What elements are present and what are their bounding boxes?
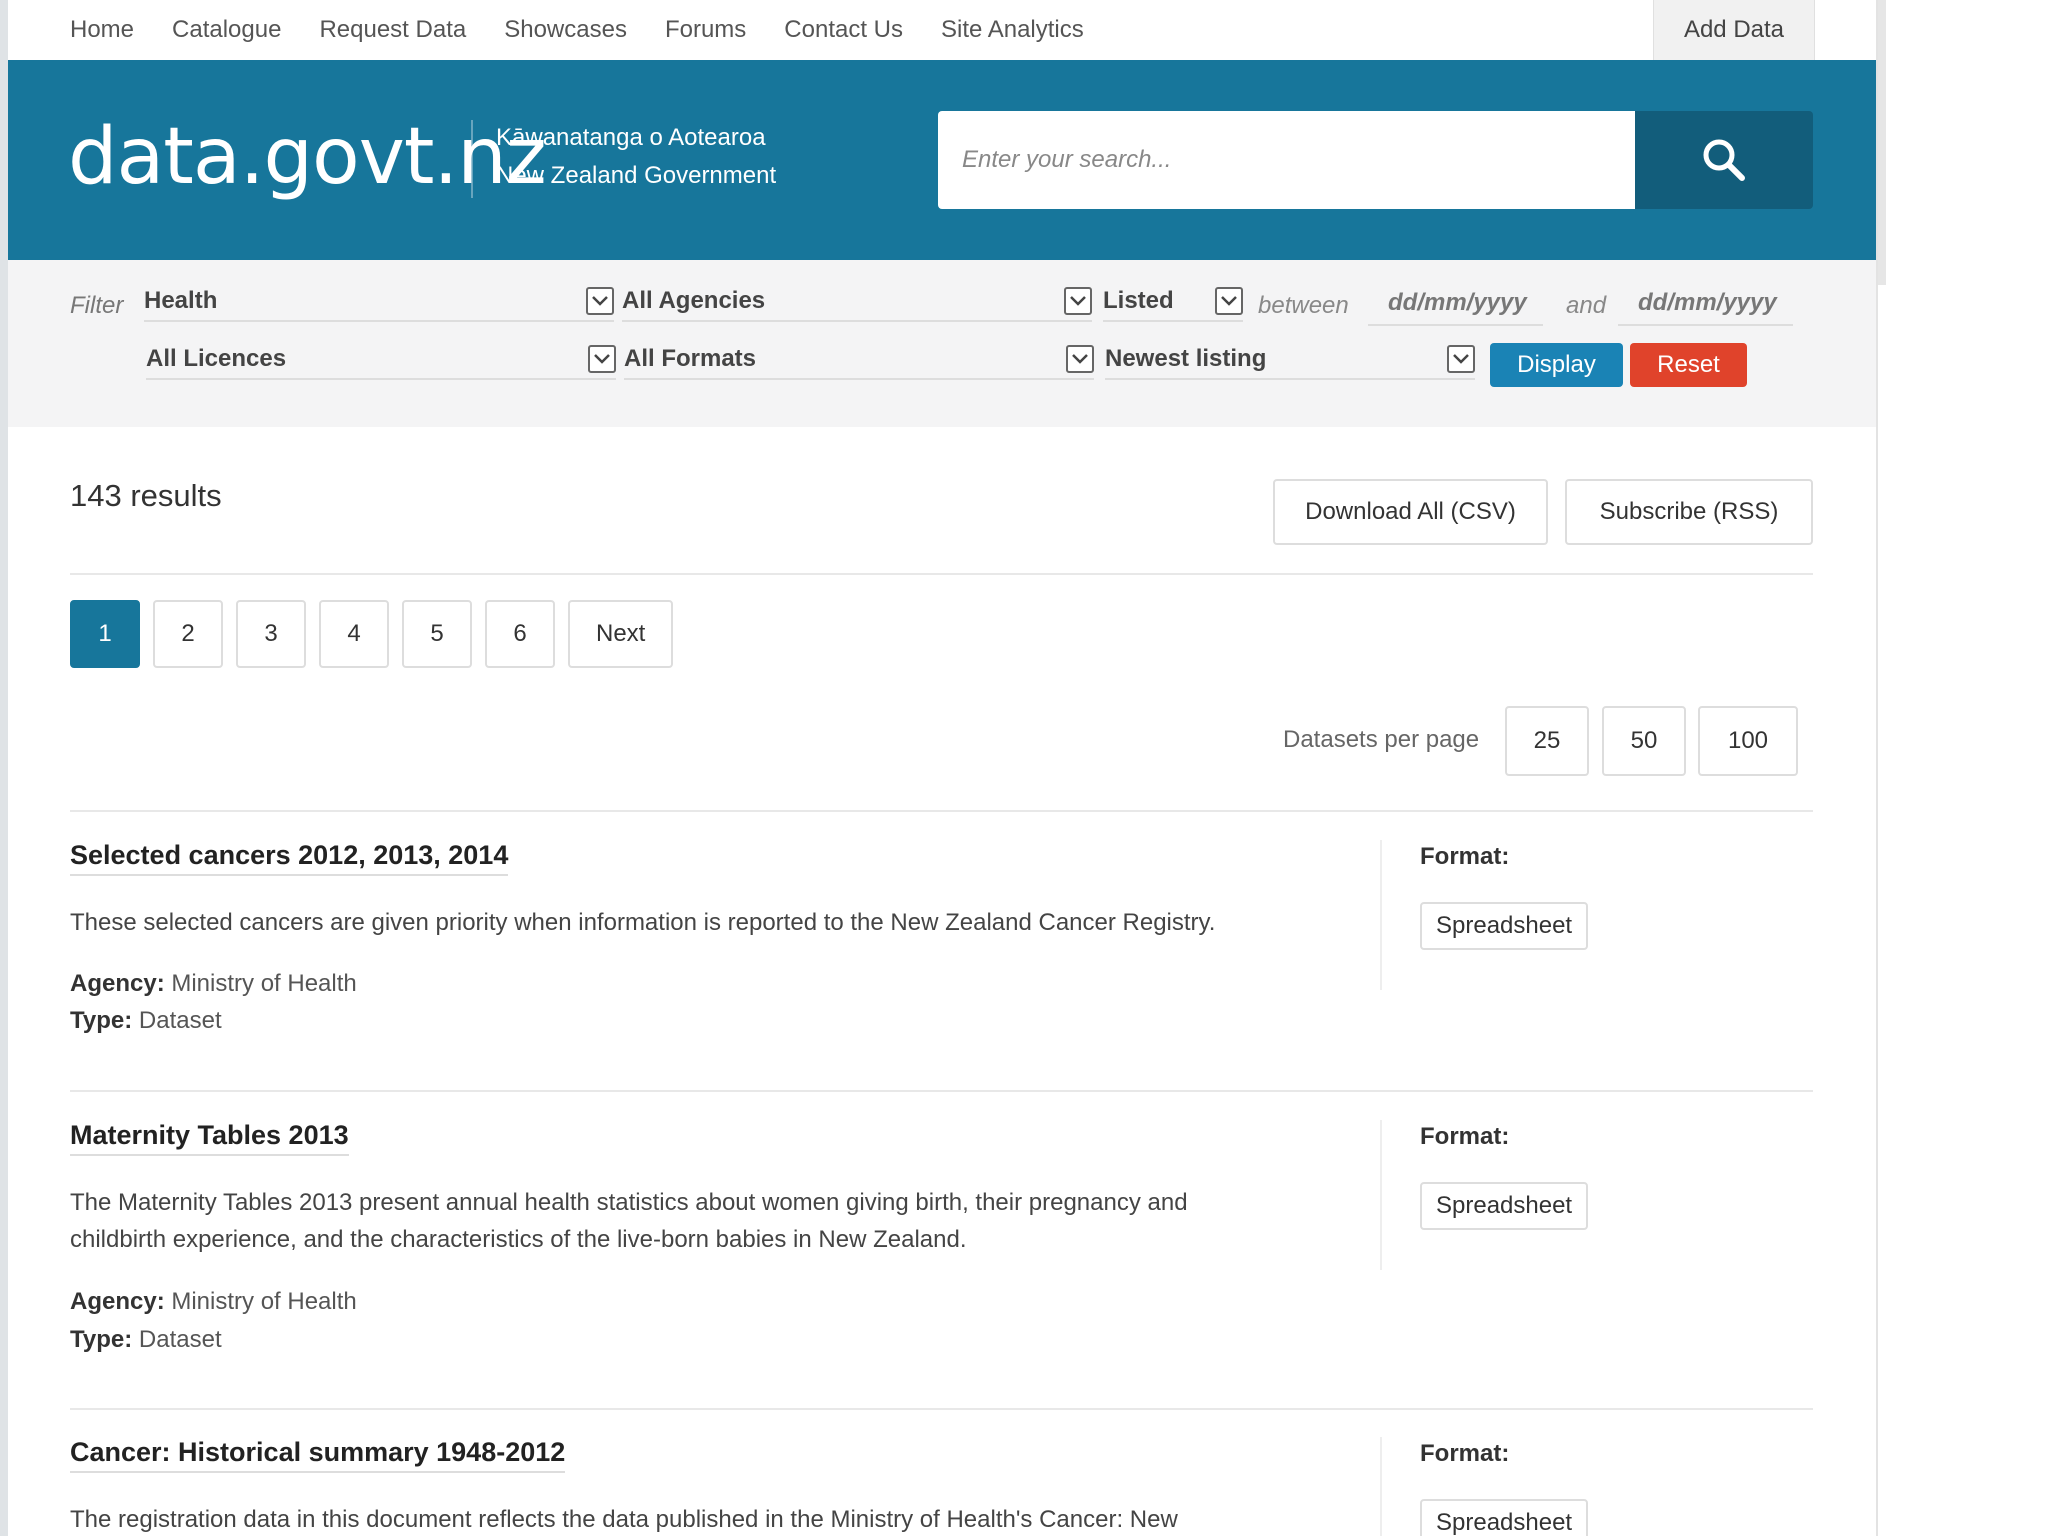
add-data-button[interactable]: Add Data — [1653, 0, 1815, 60]
per-page-50-button[interactable]: 50 — [1602, 706, 1686, 776]
search-icon — [1703, 139, 1745, 181]
chevron-down-icon — [1064, 287, 1092, 315]
format-label: Format: — [1420, 1440, 1510, 1467]
type-label: Type: — [70, 1326, 133, 1353]
logo-divider — [471, 120, 473, 198]
filter-bar: Filter Health All Agencies Listed betwee… — [8, 260, 1876, 427]
sort-select[interactable]: Newest listing — [1105, 340, 1475, 380]
licence-select-value: All Licences — [146, 345, 287, 372]
search-button[interactable] — [1635, 111, 1813, 209]
search-input[interactable] — [938, 111, 1635, 209]
format-label: Format: — [1420, 843, 1510, 870]
type-label: Type: — [70, 1007, 133, 1034]
nav-contact-us[interactable]: Contact Us — [784, 16, 903, 44]
dataset-agency: Agency: Ministry of Health — [70, 970, 357, 998]
reset-button[interactable]: Reset — [1630, 343, 1747, 387]
licence-select[interactable]: All Licences — [146, 340, 616, 380]
agency-value: Ministry of Health — [171, 1288, 357, 1315]
filter-label: Filter — [70, 292, 124, 319]
agency-label: Agency: — [70, 1288, 165, 1315]
dataset-agency: Agency: Ministry of Health — [70, 1288, 357, 1316]
subscribe-rss-button[interactable]: Subscribe (RSS) — [1565, 479, 1813, 545]
top-nav: Home Catalogue Request Data Showcases Fo… — [8, 0, 1876, 60]
dataset-type: Type: Dataset — [70, 1326, 222, 1354]
nav-showcases[interactable]: Showcases — [504, 16, 627, 44]
listed-select-value: Listed — [1103, 287, 1174, 314]
nav-links: Home Catalogue Request Data Showcases Fo… — [70, 0, 1122, 60]
display-button[interactable]: Display — [1490, 343, 1623, 387]
agency-select[interactable]: All Agencies — [622, 282, 1092, 322]
nav-home[interactable]: Home — [70, 16, 134, 44]
date-to-input[interactable] — [1618, 282, 1793, 326]
sort-select-value: Newest listing — [1105, 345, 1267, 372]
divider — [70, 1408, 1813, 1410]
next-page-button[interactable]: Next — [568, 600, 674, 668]
chevron-down-icon — [1215, 287, 1243, 315]
site-logo[interactable]: data.govt.nz — [68, 112, 547, 202]
gov-name-maori: Kāwanatanga o Aotearoa — [496, 124, 766, 151]
dataset-item: Maternity Tables 2013 The Maternity Tabl… — [70, 1120, 1813, 1380]
header-banner: data.govt.nz Kāwanatanga o Aotearoa New … — [8, 60, 1876, 260]
chevron-down-icon — [1066, 345, 1094, 373]
column-divider — [1380, 1120, 1382, 1270]
chevron-down-icon — [586, 287, 614, 315]
date-from-input[interactable] — [1368, 282, 1543, 326]
dataset-title[interactable]: Cancer: Historical summary 1948-2012 — [70, 1437, 566, 1473]
nav-forums[interactable]: Forums — [665, 16, 746, 44]
between-label: between — [1258, 292, 1349, 319]
format-tag[interactable]: Spreadsheet — [1420, 902, 1589, 950]
per-page-100-button[interactable]: 100 — [1698, 706, 1798, 776]
dataset-title[interactable]: Maternity Tables 2013 — [70, 1120, 349, 1156]
description-line: The Maternity Tables 2013 present annual… — [70, 1189, 1188, 1216]
dataset-item: Selected cancers 2012, 2013, 2014 These … — [70, 840, 1813, 1090]
description-line: childbirth experience, and the character… — [70, 1226, 967, 1253]
type-value: Dataset — [138, 1326, 222, 1353]
page-6-button[interactable]: 6 — [485, 600, 555, 668]
divider — [70, 810, 1813, 812]
column-divider — [1380, 840, 1382, 990]
page-1-button[interactable]: 1 — [70, 600, 140, 668]
page: Home Catalogue Request Data Showcases Fo… — [8, 0, 1878, 1536]
chevron-down-icon — [1447, 345, 1475, 373]
download-csv-button[interactable]: Download All (CSV) — [1273, 479, 1548, 545]
nav-catalogue[interactable]: Catalogue — [172, 16, 281, 44]
page-4-button[interactable]: 4 — [319, 600, 389, 668]
pagination: 1 2 3 4 5 6 Next — [70, 600, 686, 668]
per-page-25-button[interactable]: 25 — [1505, 706, 1589, 776]
page-2-button[interactable]: 2 — [153, 600, 223, 668]
format-select-value: All Formats — [624, 345, 757, 372]
format-tag[interactable]: Spreadsheet — [1420, 1182, 1589, 1230]
dataset-description: The Maternity Tables 2013 present annual… — [70, 1184, 1330, 1258]
left-edge — [0, 0, 8, 1536]
dataset-description: These selected cancers are given priorit… — [70, 904, 1330, 941]
category-select[interactable]: Health — [144, 282, 614, 322]
agency-label: Agency: — [70, 970, 165, 997]
format-label: Format: — [1420, 1123, 1510, 1150]
dataset-description: The registration data in this document r… — [70, 1501, 1330, 1536]
agency-value: Ministry of Health — [171, 970, 357, 997]
dataset-item: Cancer: Historical summary 1948-2012 The… — [70, 1437, 1813, 1536]
agency-select-value: All Agencies — [622, 287, 766, 314]
and-label: and — [1566, 292, 1607, 319]
chevron-down-icon — [588, 345, 616, 373]
dataset-type: Type: Dataset — [70, 1007, 222, 1035]
page-5-button[interactable]: 5 — [402, 600, 472, 668]
per-page-label: Datasets per page — [1283, 726, 1480, 753]
page-3-button[interactable]: 3 — [236, 600, 306, 668]
nav-request-data[interactable]: Request Data — [319, 16, 466, 44]
category-select-value: Health — [144, 287, 218, 314]
format-select[interactable]: All Formats — [624, 340, 1094, 380]
column-divider — [1380, 1437, 1382, 1536]
results-count: 143 results — [70, 478, 222, 513]
divider — [70, 573, 1813, 575]
format-tag[interactable]: Spreadsheet — [1420, 1499, 1589, 1536]
dataset-title[interactable]: Selected cancers 2012, 2013, 2014 — [70, 840, 509, 876]
divider — [70, 1090, 1813, 1092]
type-value: Dataset — [138, 1007, 222, 1034]
description-line: These selected cancers are given priorit… — [70, 909, 1216, 936]
nav-site-analytics[interactable]: Site Analytics — [941, 16, 1084, 44]
listed-select[interactable]: Listed — [1103, 282, 1243, 322]
gov-name-english: New Zealand Government — [496, 162, 777, 189]
description-line: The registration data in this document r… — [70, 1506, 1178, 1533]
